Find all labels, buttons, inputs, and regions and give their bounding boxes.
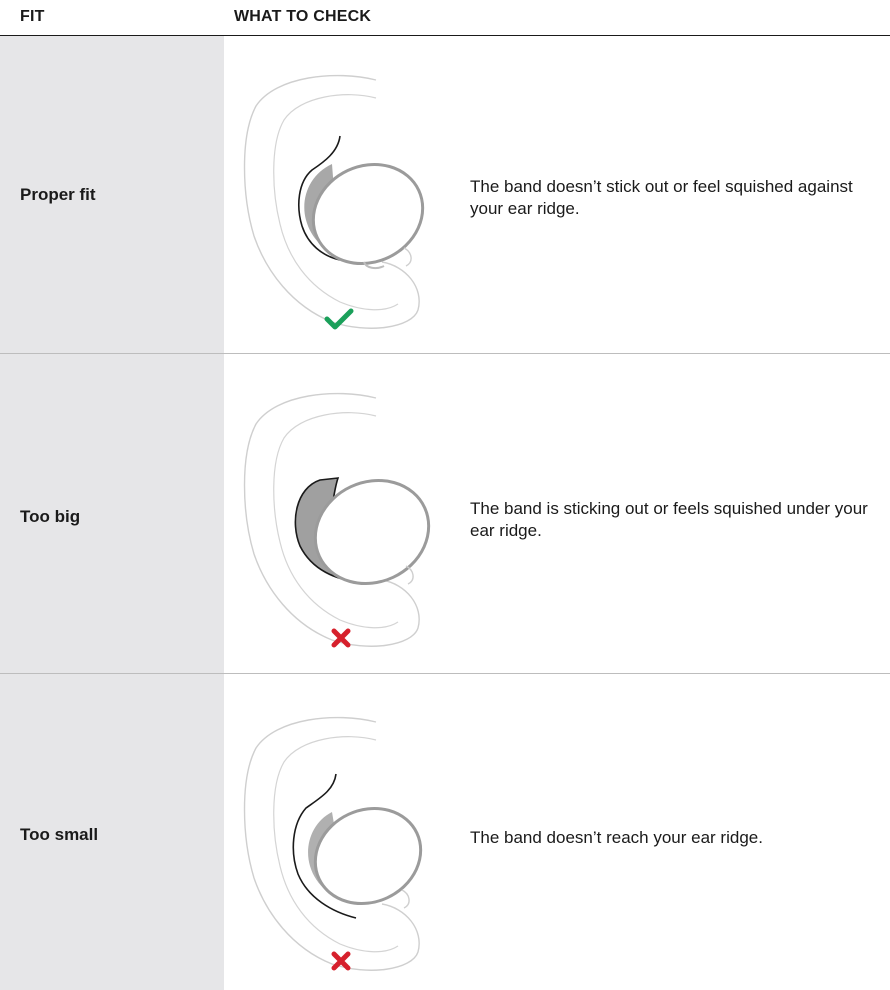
table-row-proper-fit: Proper fit The band doesn’t stick out or…: [0, 36, 890, 354]
table-row-too-small: Too small The band doesn’t reach your ea…: [0, 674, 890, 990]
ear-illustration-too-big: [243, 392, 431, 647]
fit-label: Too big: [20, 507, 81, 526]
cross-icon: [331, 951, 351, 971]
fit-label: Proper fit: [20, 185, 96, 204]
column-header-fit: FIT: [20, 8, 45, 25]
column-header-what-to-check: WHAT TO CHECK: [234, 8, 372, 25]
cross-icon: [331, 628, 351, 648]
ear-illustration-too-small: [243, 716, 423, 971]
description-text: The band doesn’t reach your ear ridge.: [470, 828, 763, 847]
table-row-too-big: Too big The band is sticking out or feel…: [0, 354, 890, 674]
fit-label: Too small: [20, 825, 99, 844]
description-text: The band is sticking out or feels squish…: [470, 499, 868, 540]
ear-illustration-proper-fit: [243, 74, 425, 329]
description-text: The band doesn’t stick out or feel squis…: [470, 177, 853, 218]
table-header: FIT WHAT TO CHECK: [0, 0, 890, 36]
check-icon: [324, 308, 354, 330]
